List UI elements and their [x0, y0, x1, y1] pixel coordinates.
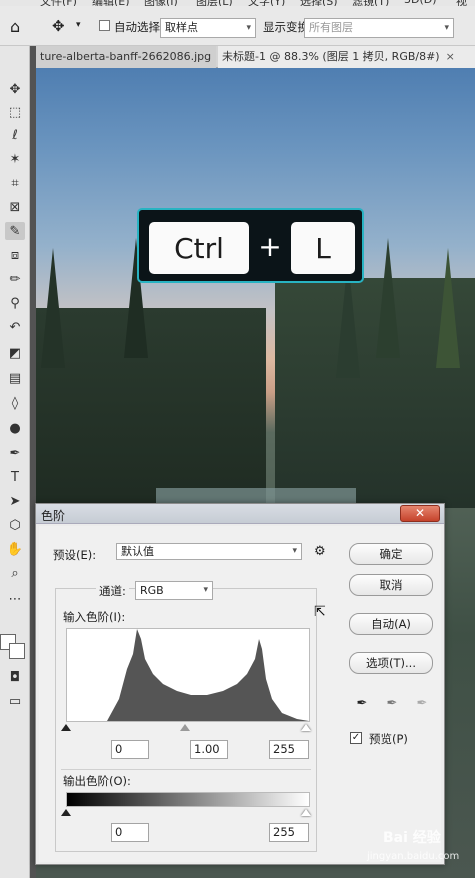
- output-divider: [61, 769, 311, 770]
- output-white-slider[interactable]: [301, 809, 311, 816]
- preview-checkbox[interactable]: ✓: [350, 732, 362, 744]
- options-button[interactable]: 选项(T)...: [349, 652, 433, 674]
- gear-icon[interactable]: ⚙: [314, 544, 326, 559]
- l-key: L: [291, 222, 355, 274]
- frame-icon[interactable]: ⊠: [5, 198, 25, 216]
- shape-icon[interactable]: ⬡: [5, 516, 25, 534]
- input-black-field[interactable]: 0: [111, 740, 149, 759]
- brush-icon[interactable]: ✏: [5, 270, 25, 288]
- keyboard-shortcut-overlay: Ctrl + L: [137, 208, 364, 283]
- chevron-down-icon: ▾: [246, 23, 251, 33]
- input-gamma-field[interactable]: 1.00: [190, 740, 228, 759]
- blur-icon[interactable]: ◊: [5, 394, 25, 412]
- close-button[interactable]: ✕: [400, 505, 440, 522]
- move-icon[interactable]: ✥: [5, 80, 25, 98]
- dialog-title: 色阶: [41, 509, 66, 523]
- pen-icon[interactable]: ✒: [5, 444, 25, 462]
- auto-select-label: 自动选择: [114, 20, 160, 34]
- chevron-down-icon[interactable]: ▾: [76, 20, 81, 30]
- eraser-icon[interactable]: ◩: [5, 344, 25, 362]
- path-select-icon[interactable]: ➤: [5, 492, 25, 510]
- dodge-icon[interactable]: ●: [5, 419, 25, 437]
- gradient-icon[interactable]: ▤: [5, 369, 25, 387]
- lasso-icon[interactable]: ℓ: [5, 126, 25, 144]
- layers-select[interactable]: 所有图层 ▾: [304, 18, 454, 38]
- tab-untitled[interactable]: 未标题-1 @ 88.3% (图层 1 拷贝, RGB/8#) ×: [218, 46, 475, 68]
- output-white-field[interactable]: 255: [269, 823, 309, 842]
- watermark: Bai 经验 jingyan.baidu.com: [367, 825, 475, 877]
- plus-sign: +: [258, 230, 282, 263]
- auto-button[interactable]: 自动(A): [349, 613, 433, 635]
- tree: [41, 248, 65, 368]
- screen-mode-icon[interactable]: ▭: [5, 692, 25, 710]
- histogram-graph: [107, 629, 309, 721]
- input-gamma-slider[interactable]: [180, 724, 190, 731]
- stamp-icon[interactable]: ⚲: [5, 294, 25, 312]
- chevron-down-icon: ▾: [292, 546, 297, 556]
- gray-eyedropper-icon[interactable]: ✒: [382, 696, 402, 714]
- zoom-icon[interactable]: ⌕: [5, 564, 25, 582]
- input-black-slider[interactable]: [61, 724, 71, 731]
- mouse-cursor-icon: ⇱: [314, 604, 326, 620]
- preset-select[interactable]: 默认值 ▾: [116, 543, 302, 560]
- dialog-body: 预设(E): 默认值 ▾ ⚙ 通道: RGB ▾ 输入色阶(I): 0 1.00 2…: [39, 526, 441, 862]
- tree: [376, 238, 400, 358]
- output-black-slider[interactable]: [61, 809, 71, 816]
- watermark-logo-text: Bai 经验: [383, 830, 441, 846]
- output-levels-label: 输出色阶(O):: [63, 774, 131, 788]
- patch-icon[interactable]: ⧈: [5, 246, 25, 264]
- eyedropper-icon[interactable]: ✎: [5, 222, 25, 240]
- input-levels-label: 输入色阶(I):: [63, 610, 126, 624]
- move-icon[interactable]: ✥: [52, 17, 65, 35]
- forest-left: [36, 308, 266, 508]
- output-gradient: [66, 792, 310, 807]
- type-icon[interactable]: T: [5, 468, 25, 486]
- black-eyedropper-icon[interactable]: ✒: [352, 696, 372, 714]
- ok-button[interactable]: 确定: [349, 543, 433, 565]
- watermark-url: jingyan.baidu.com: [367, 851, 460, 862]
- sample-select[interactable]: 取样点 ▾: [160, 18, 256, 38]
- document-tabs: ture-alberta-banff-2662086.jpg× 未标题-1 @ …: [36, 46, 475, 68]
- history-brush-icon[interactable]: ↶: [5, 318, 25, 336]
- preview-label: 预览(P): [369, 732, 408, 746]
- crop-icon[interactable]: ⌗: [5, 174, 25, 192]
- quick-mask-icon[interactable]: ◘: [5, 668, 25, 686]
- hand-icon[interactable]: ✋: [5, 540, 25, 558]
- tree: [436, 248, 460, 368]
- histogram: [66, 628, 310, 722]
- preset-label: 预设(E):: [53, 548, 97, 562]
- show-transform-label: 显示变换: [263, 20, 309, 34]
- tools-panel: ✥ ⬚ ℓ ✶ ⌗ ⊠ ✎ ⧈ ✏ ⚲ ↶ ◩ ▤ ◊ ● ✒ T ➤ ⬡ ✋ …: [0, 46, 30, 878]
- channel-label: 通道:: [96, 583, 129, 599]
- options-bar: ⌂ ✥ ▾ 自动选择 取样点 ▾ 显示变换 所有图层 ▾: [0, 6, 475, 46]
- white-eyedropper-icon[interactable]: ✒: [412, 696, 432, 714]
- input-white-slider[interactable]: [301, 724, 311, 731]
- auto-select-checkbox[interactable]: [99, 20, 110, 31]
- marquee-icon[interactable]: ⬚: [5, 103, 25, 121]
- input-white-field[interactable]: 255: [269, 740, 309, 759]
- dialog-titlebar[interactable]: 色阶 ✕: [36, 504, 444, 524]
- color-swatch-background[interactable]: [9, 643, 25, 659]
- output-black-field[interactable]: 0: [111, 823, 149, 842]
- levels-dialog: 色阶 ✕ 预设(E): 默认值 ▾ ⚙ 通道: RGB ▾ 输入色阶(I): 0 1…: [35, 503, 445, 865]
- close-icon[interactable]: ×: [446, 50, 455, 63]
- chevron-down-icon: ▾: [444, 23, 449, 33]
- ctrl-key: Ctrl: [149, 222, 249, 274]
- chevron-down-icon: ▾: [203, 585, 208, 595]
- home-icon[interactable]: ⌂: [10, 17, 20, 36]
- channel-select[interactable]: RGB ▾: [135, 581, 213, 600]
- magic-wand-icon[interactable]: ✶: [5, 150, 25, 168]
- more-icon[interactable]: ⋯: [5, 590, 25, 608]
- tab-banff-image[interactable]: ture-alberta-banff-2662086.jpg×: [36, 46, 216, 68]
- cancel-button[interactable]: 取消: [349, 574, 433, 596]
